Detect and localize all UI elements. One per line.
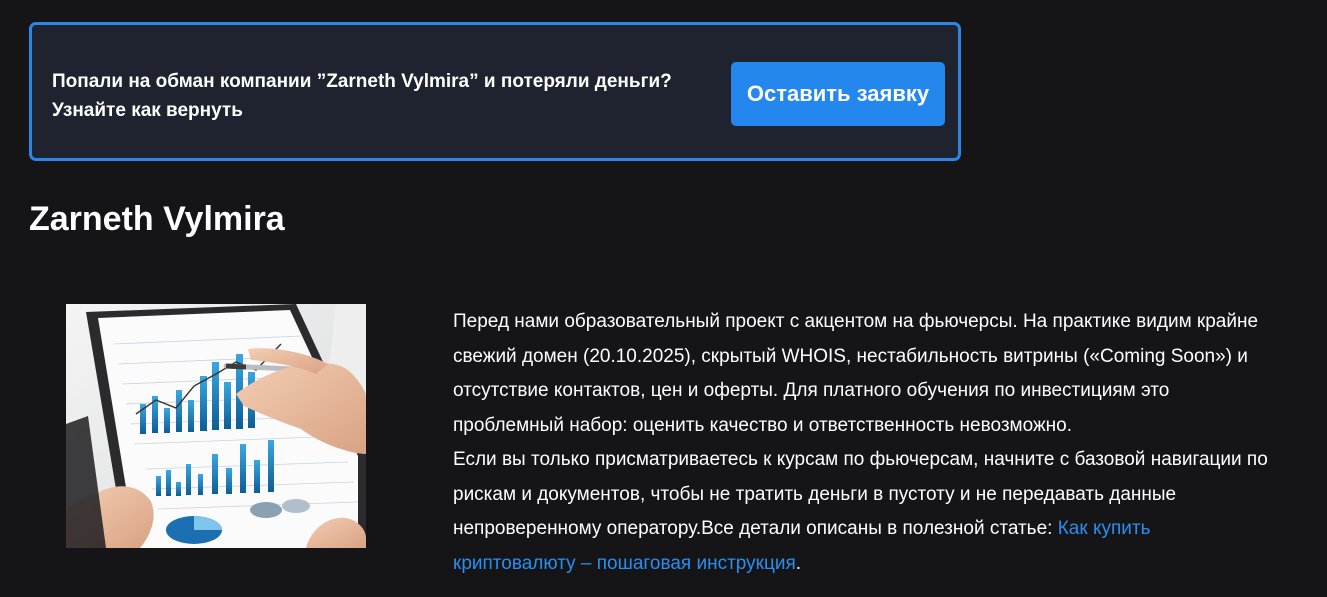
article-text-line: криптовалюту – пошаговая инструкция. bbox=[453, 547, 1313, 582]
trailing-period: . bbox=[795, 552, 802, 574]
article-text-line: Если вы только присматриваетесь к курсам… bbox=[453, 449, 1268, 470]
article-text-line: свежий домен (20.10.2025), скрытый WHOIS… bbox=[453, 345, 1248, 367]
article-text-line: рискам и документов, чтобы не тратить де… bbox=[453, 483, 1177, 505]
promo-banner: Попали на обман компании ”Zarneth Vylmir… bbox=[29, 22, 961, 161]
page-title: Zarneth Vylmira bbox=[29, 200, 285, 238]
article-paragraph-2: Если вы только присматриваетесь к курсам… bbox=[453, 443, 1313, 581]
banner-text: Попали на обман компании ”Zarneth Vylmir… bbox=[52, 67, 712, 125]
banner-line-1: Попали на обман компании ”Zarneth Vylmir… bbox=[52, 71, 672, 92]
article-text-segment: непроверенному оператору.Все детали опис… bbox=[453, 518, 1058, 539]
article-paragraph-1: Перед нами образовательный проект с акце… bbox=[453, 305, 1313, 443]
article-text-line: Перед нами образовательный проект с акце… bbox=[453, 311, 1259, 332]
banner-line-2: Узнайте как вернуть bbox=[52, 100, 243, 121]
submit-request-button[interactable]: Оставить заявку bbox=[731, 62, 945, 126]
article-text-line: проблемный набор: оценить качество и отв… bbox=[453, 414, 1073, 436]
article-body: Перед нами образовательный проект с акце… bbox=[453, 305, 1313, 581]
crypto-guide-link-continued[interactable]: криптовалюту – пошаговая инструкция bbox=[453, 553, 796, 574]
crypto-guide-link[interactable]: Как купить bbox=[1058, 518, 1151, 539]
business-chart-photo bbox=[66, 304, 366, 548]
article-text-line: непроверенному оператору.Все детали опис… bbox=[453, 512, 1313, 547]
article-text-line: отсутствие контактов, цен и оферты. Для … bbox=[453, 380, 1170, 401]
